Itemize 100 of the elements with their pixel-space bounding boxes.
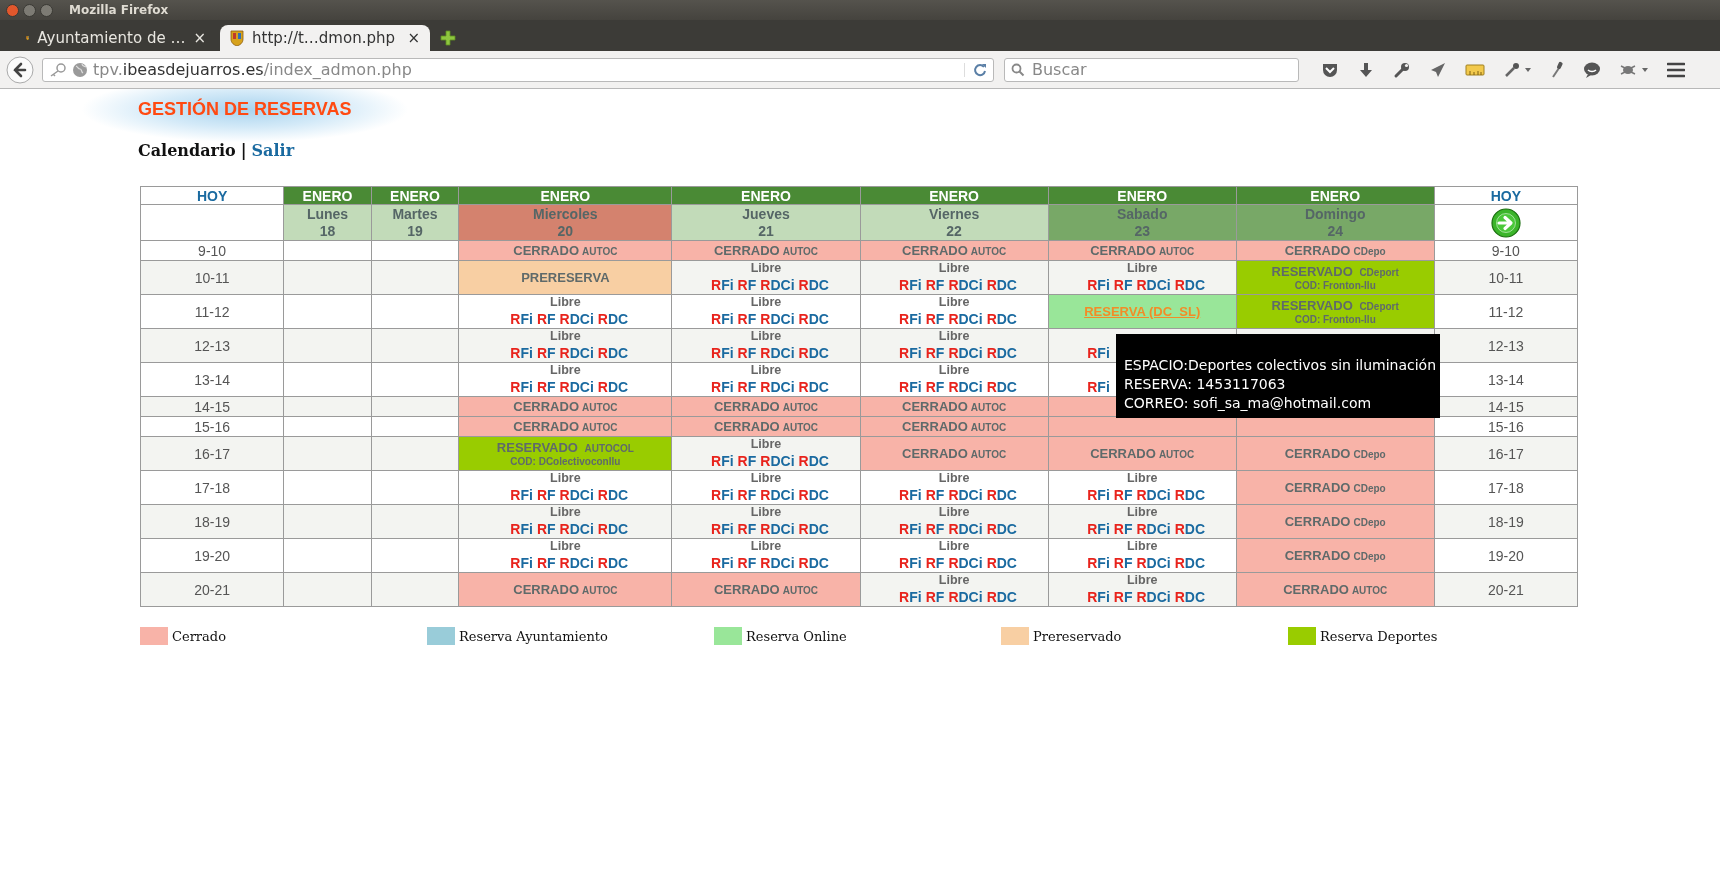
reserve-link[interactable]: RFi <box>1087 378 1110 396</box>
reserve-link[interactable]: RFi <box>899 588 922 606</box>
reserve-link[interactable]: RFi <box>510 520 533 538</box>
reserve-link[interactable]: RDC <box>798 486 829 504</box>
reserve-link[interactable]: RF <box>737 310 757 328</box>
reserve-link[interactable]: RF <box>1113 520 1133 538</box>
reserve-link[interactable]: RDC <box>597 520 629 538</box>
reserve-link[interactable]: RDCi <box>760 554 795 572</box>
reserve-link[interactable]: RFi <box>1087 520 1110 538</box>
reserve-link[interactable]: RDC <box>597 554 629 572</box>
reserve-link[interactable]: RF <box>1113 588 1133 606</box>
back-button[interactable] <box>6 55 34 84</box>
reserve-link[interactable]: RFi <box>1087 554 1110 572</box>
reserve-link[interactable]: RDCi <box>948 554 983 572</box>
reserve-link[interactable]: RDC <box>986 520 1017 538</box>
reserve-link[interactable]: RF <box>925 554 945 572</box>
close-tab-button[interactable]: × <box>407 29 420 47</box>
reserve-link[interactable]: RDCi <box>948 378 983 396</box>
reserve-link[interactable]: RFi <box>711 486 734 504</box>
reserve-link[interactable]: RDC <box>1174 276 1206 294</box>
reserve-link[interactable]: RFi <box>711 520 734 538</box>
reserve-link[interactable]: RDC <box>798 378 829 396</box>
reserve-link[interactable]: RDC <box>1174 486 1206 504</box>
reserve-link[interactable]: RDCi <box>760 486 795 504</box>
reserve-link[interactable]: RDC <box>597 378 629 396</box>
reserve-link[interactable]: RFi <box>899 486 922 504</box>
reserve-link[interactable]: RF <box>925 588 945 606</box>
reserve-link[interactable]: RFi <box>1087 344 1110 362</box>
reserve-link[interactable]: RDC <box>798 310 829 328</box>
reload-icon[interactable] <box>964 62 987 77</box>
browser-tab[interactable]: http://t…dmon.php × <box>220 25 430 51</box>
reserve-link[interactable]: RFi <box>510 554 533 572</box>
paper-plane-icon[interactable] <box>1429 60 1447 79</box>
reserve-link[interactable]: RF <box>925 520 945 538</box>
search-input[interactable]: Buscar <box>1030 59 1284 80</box>
reserve-link[interactable]: RFi <box>711 378 734 396</box>
reserve-link[interactable]: RDCi <box>559 486 594 504</box>
reserve-link[interactable]: RDC <box>597 344 629 362</box>
reserve-link[interactable]: RDCi <box>948 310 983 328</box>
pipette-icon[interactable] <box>1549 60 1565 79</box>
reserve-link[interactable]: RDC <box>1174 588 1206 606</box>
reserve-link[interactable]: RDCi <box>1136 486 1171 504</box>
reserve-link[interactable]: RFi <box>1087 588 1110 606</box>
reserve-link[interactable]: RDCi <box>1136 554 1171 572</box>
reserve-link[interactable]: RFi <box>510 344 533 362</box>
reserve-link[interactable]: RF <box>536 520 556 538</box>
close-window-button[interactable] <box>6 3 19 17</box>
menu-icon[interactable] <box>1667 61 1685 78</box>
reserve-link[interactable]: RFi <box>510 486 533 504</box>
reserve-link[interactable]: RDC <box>798 344 829 362</box>
reserve-link[interactable]: RDC <box>597 486 629 504</box>
reserve-link[interactable]: RFi <box>899 310 922 328</box>
reserve-link[interactable]: RF <box>737 520 757 538</box>
reserve-link[interactable]: RDCi <box>760 276 795 294</box>
eyedropper-icon[interactable] <box>1503 60 1531 79</box>
reserve-link[interactable]: RF <box>536 378 556 396</box>
reserve-link[interactable]: RF <box>1113 486 1133 504</box>
reserve-link[interactable]: RFi <box>899 276 922 294</box>
reserve-link[interactable]: RF <box>925 344 945 362</box>
reserve-link[interactable]: RF <box>536 310 556 328</box>
reserve-link[interactable]: RF <box>737 452 757 470</box>
address-bar[interactable]: tpv.ibeasdejuarros.es/index_admon.php <box>42 57 994 82</box>
browser-tab[interactable]: Ayuntamiento de … × <box>16 25 216 51</box>
reserve-link[interactable]: RDCi <box>1136 520 1171 538</box>
reserve-link[interactable]: RDCi <box>760 378 795 396</box>
plus-icon[interactable] <box>440 30 456 46</box>
reserve-link[interactable]: RDCi <box>760 344 795 362</box>
reserve-link[interactable]: RDCi <box>1136 276 1171 294</box>
reserve-link[interactable]: RDC <box>798 276 829 294</box>
reserve-link[interactable]: RF <box>536 344 556 362</box>
reserve-link[interactable]: RF <box>737 554 757 572</box>
reserve-link[interactable]: RF <box>536 486 556 504</box>
reserve-link[interactable]: RDCi <box>760 310 795 328</box>
reserve-link[interactable]: RDC <box>986 486 1017 504</box>
reserve-link[interactable]: RF <box>925 276 945 294</box>
today-header[interactable]: HOY <box>1490 187 1521 204</box>
reserve-link[interactable]: RFi <box>899 378 922 396</box>
reserve-link[interactable]: RDCi <box>948 276 983 294</box>
reserve-link[interactable]: RDC <box>986 310 1017 328</box>
close-tab-button[interactable]: × <box>193 29 206 47</box>
reserve-link[interactable]: RF <box>536 554 556 572</box>
wrench-icon[interactable] <box>1393 60 1411 79</box>
maximize-button[interactable] <box>40 3 53 17</box>
reserve-link[interactable]: RFi <box>711 276 734 294</box>
reserve-link[interactable]: RF <box>1113 276 1133 294</box>
reserve-link[interactable]: RF <box>925 486 945 504</box>
minimize-button[interactable] <box>23 3 36 17</box>
reserve-link[interactable]: RFi <box>510 378 533 396</box>
reserve-link[interactable]: RDCi <box>559 310 594 328</box>
search-field[interactable]: Buscar <box>1004 57 1299 82</box>
reserve-link[interactable]: RFi <box>711 554 734 572</box>
reserve-link[interactable]: RFi <box>1087 276 1110 294</box>
reserve-link[interactable]: RFi <box>711 344 734 362</box>
reserve-link[interactable]: RF <box>1113 554 1133 572</box>
reserve-link[interactable]: RDC <box>798 554 829 572</box>
reserve-link[interactable]: RDC <box>986 588 1017 606</box>
chat-icon[interactable] <box>1583 60 1601 79</box>
reserve-link[interactable]: RDCi <box>948 520 983 538</box>
nav-link[interactable]: Calendario <box>138 141 236 160</box>
reserve-link[interactable]: RDCi <box>760 520 795 538</box>
